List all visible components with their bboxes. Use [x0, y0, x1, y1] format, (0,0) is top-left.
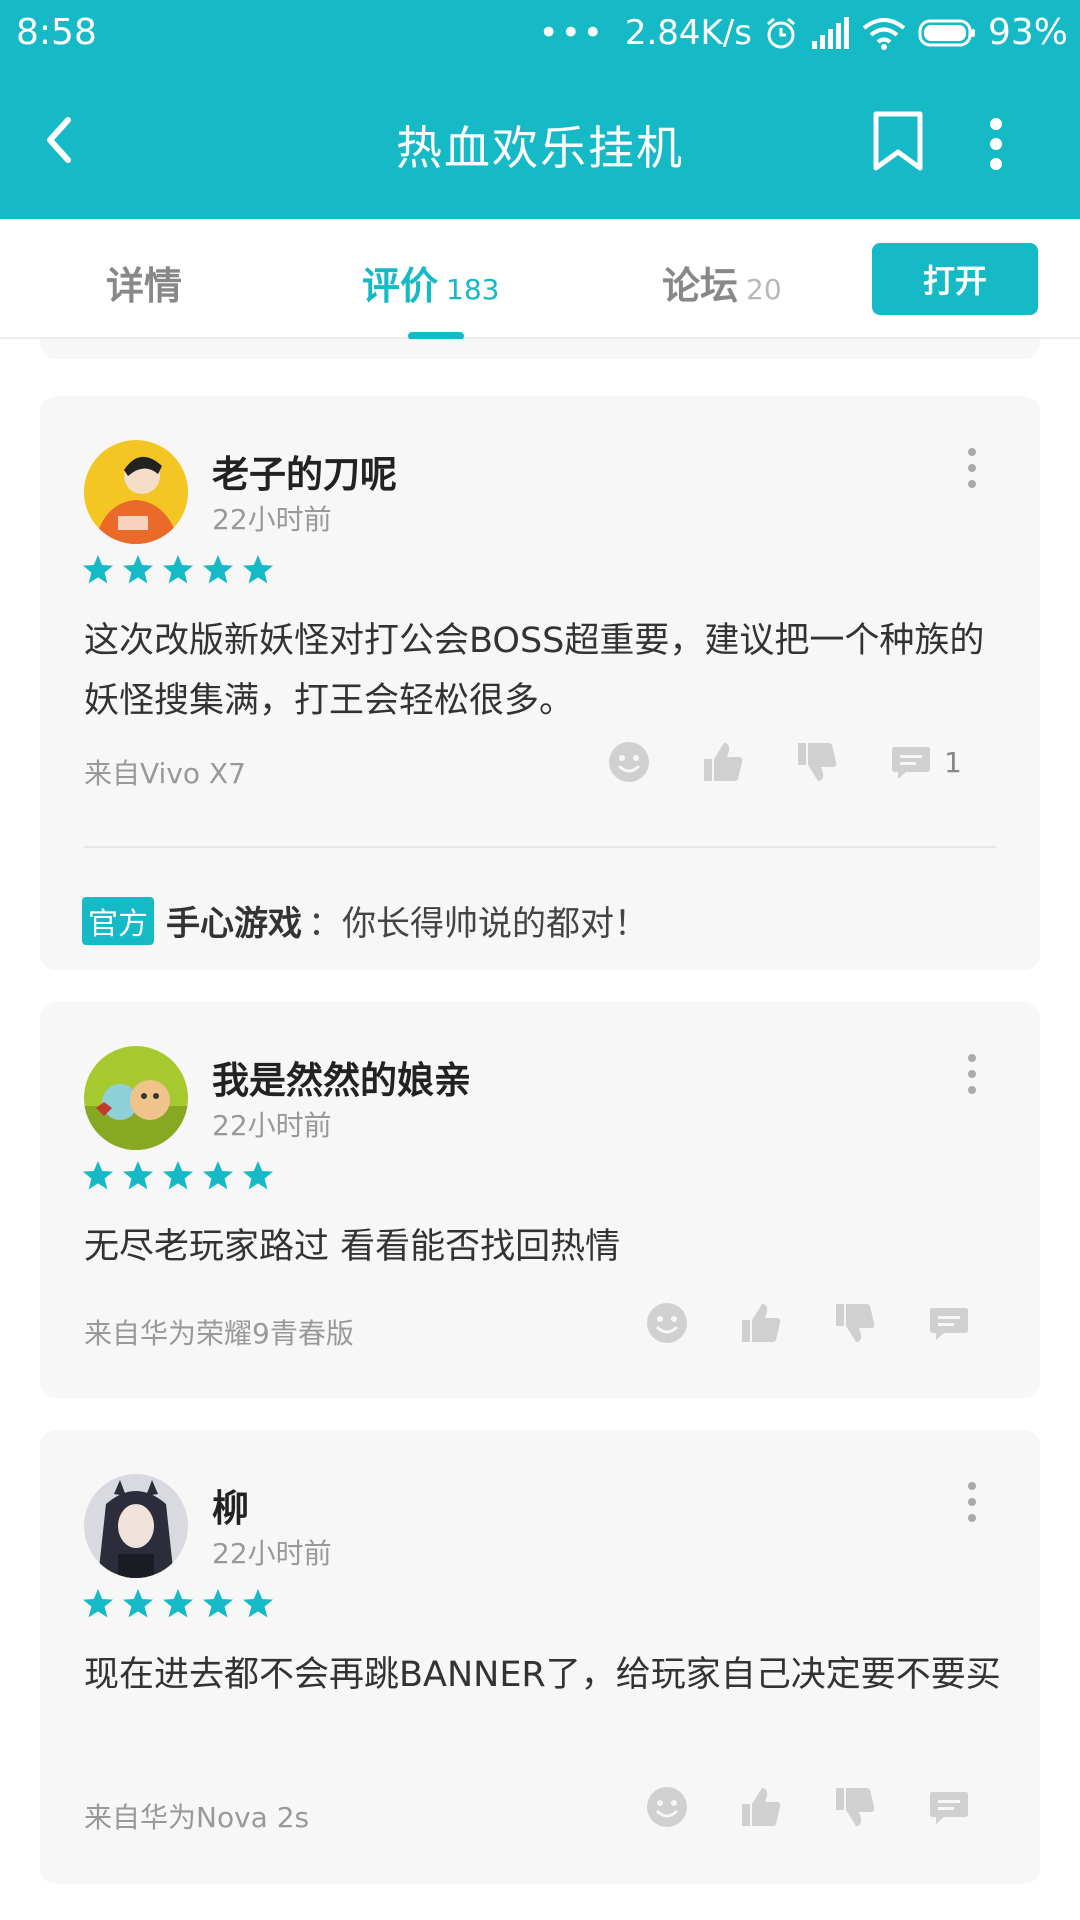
review-text: 这次改版新妖怪对打公会BOSS超重要，建议把一个种族的妖怪搜集满，打王会轻松很多… [84, 621, 985, 721]
official-badge: 官方 [82, 896, 154, 945]
battery-percent: 93% [987, 12, 1068, 53]
signal-icon [811, 16, 849, 49]
star-icon [243, 555, 273, 584]
star-icon [123, 1589, 153, 1618]
review-list[interactable]: 老子的刀呢 22小时前 这次改版新妖怪对打公会BOSS超重要，建议把一个种族的妖… [0, 339, 1080, 1920]
review-time: 22小时前 [212, 1537, 332, 1570]
review-device: 来自Vivo X7 [84, 757, 246, 790]
star-icon [243, 1589, 273, 1618]
star-icon [83, 1161, 113, 1190]
battery-icon [918, 19, 975, 46]
tab-forum-label: 论坛 [662, 264, 739, 308]
review-text: 现在进去都不会再跳BANNER了，给玩家自己决定要不要买 [84, 1655, 1001, 1695]
tab-forum-count: 20 [746, 273, 782, 306]
tab-forum[interactable]: 论坛 20 [662, 255, 782, 310]
review-actions [646, 1786, 970, 1828]
rating-stars [82, 1588, 274, 1620]
reply-divider [84, 846, 996, 848]
star-icon [83, 555, 113, 584]
reviewer-name[interactable]: 老子的刀呢 [212, 444, 397, 498]
comment-icon[interactable] [890, 741, 932, 783]
avatar[interactable] [84, 1046, 188, 1150]
review-time: 22小时前 [212, 503, 332, 536]
comment-icon[interactable] [928, 1786, 970, 1828]
star-icon [203, 1589, 233, 1618]
status-right: ••• 2.84K/s 93% [539, 12, 1068, 53]
avatar[interactable] [84, 1474, 188, 1578]
emoji-react-icon[interactable] [646, 1786, 688, 1828]
thumbs-up-icon[interactable] [702, 741, 744, 783]
star-icon [163, 1161, 193, 1190]
review-time: 22小时前 [212, 1109, 332, 1142]
review-card: 柳 22小时前 现在进去都不会再跳BANNER了，给玩家自己决定要不要买 来自华… [40, 1430, 1040, 1884]
review-more-icon[interactable] [964, 446, 980, 490]
reviewer-name[interactable]: 柳 [212, 1478, 249, 1532]
status-time: 8:58 [16, 12, 97, 53]
tab-reviews[interactable]: 评价 183 [362, 255, 499, 310]
app-header: 8:58 ••• 2.84K/s 93% 热血欢乐挂机 [0, 0, 1080, 219]
star-icon [203, 555, 233, 584]
tab-details-label: 详情 [106, 264, 183, 308]
reply-separator: ： [308, 904, 342, 944]
status-bar: 8:58 ••• 2.84K/s 93% [0, 0, 1080, 70]
emoji-react-icon[interactable] [646, 1302, 688, 1344]
review-card: 老子的刀呢 22小时前 这次改版新妖怪对打公会BOSS超重要，建议把一个种族的妖… [40, 396, 1040, 970]
star-icon [163, 1589, 193, 1618]
review-actions [646, 1302, 970, 1344]
network-speed: 2.84K/s [624, 12, 752, 53]
alarm-icon [767, 17, 795, 48]
tab-details[interactable]: 详情 [106, 255, 182, 310]
review-more-icon[interactable] [964, 1052, 980, 1096]
tab-reviews-label: 评价 [362, 264, 439, 308]
previous-review-card [40, 339, 1040, 359]
review-device: 来自华为Nova 2s [84, 1801, 310, 1834]
star-icon [123, 555, 153, 584]
official-reply: 官方 手心游戏 ： 你长得帅说的都对！ [82, 896, 648, 945]
review-actions: 1 [608, 741, 962, 783]
comment-count: 1 [944, 745, 962, 779]
review-device: 来自华为荣耀9青春版 [84, 1317, 354, 1350]
reply-author: 手心游戏 [166, 904, 302, 944]
comment-icon[interactable] [928, 1302, 970, 1344]
star-icon [123, 1161, 153, 1190]
review-card: 我是然然的娘亲 22小时前 无尽老玩家路过 看看能否找回热情 来自华为荣耀9青春… [40, 1002, 1040, 1398]
star-icon [203, 1161, 233, 1190]
reviewer-name[interactable]: 我是然然的娘亲 [212, 1050, 471, 1104]
review-text: 无尽老玩家路过 看看能否找回热情 [84, 1227, 621, 1267]
thumbs-down-icon[interactable] [796, 741, 838, 783]
open-button[interactable]: 打开 [872, 243, 1038, 315]
rating-stars [82, 1160, 274, 1192]
tab-reviews-count: 183 [446, 273, 500, 306]
app-bar: 热血欢乐挂机 [0, 80, 1080, 200]
star-icon [83, 1589, 113, 1618]
avatar[interactable] [84, 440, 188, 544]
more-vertical-icon[interactable] [984, 116, 1008, 172]
reply-text: 你长得帅说的都对！ [342, 904, 648, 944]
emoji-react-icon[interactable] [608, 741, 650, 783]
star-icon [163, 555, 193, 584]
review-more-icon[interactable] [964, 1480, 980, 1524]
thumbs-down-icon[interactable] [834, 1302, 876, 1344]
bookmark-icon[interactable] [870, 110, 926, 172]
thumbs-down-icon[interactable] [834, 1786, 876, 1828]
thumbs-up-icon[interactable] [740, 1302, 782, 1344]
notification-dots-icon: ••• [538, 12, 605, 53]
star-icon [243, 1161, 273, 1190]
thumbs-up-icon[interactable] [740, 1786, 782, 1828]
wifi-icon [862, 17, 906, 50]
rating-stars [82, 554, 274, 586]
